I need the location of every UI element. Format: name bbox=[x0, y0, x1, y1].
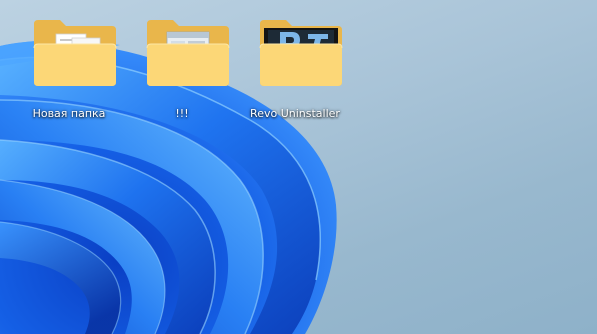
folder-icon-documents bbox=[33, 20, 117, 86]
folder-icon-revo-preview bbox=[259, 20, 343, 86]
desktop-icon-revo-uninstaller[interactable]: Revo Uninstaller bbox=[243, 14, 347, 124]
desktop-icon-new-folder[interactable]: Новая папка bbox=[17, 14, 121, 124]
icon-label: !!! bbox=[175, 107, 189, 120]
folder-icon-app-preview bbox=[146, 20, 230, 86]
desktop-icon-folder-exclamation[interactable]: !!! bbox=[130, 14, 234, 124]
icon-label: Новая папка bbox=[32, 107, 106, 120]
desktop[interactable]: Новая папка !!! Revo Uninstaller bbox=[0, 0, 597, 334]
icon-label: Revo Uninstaller bbox=[250, 107, 340, 120]
